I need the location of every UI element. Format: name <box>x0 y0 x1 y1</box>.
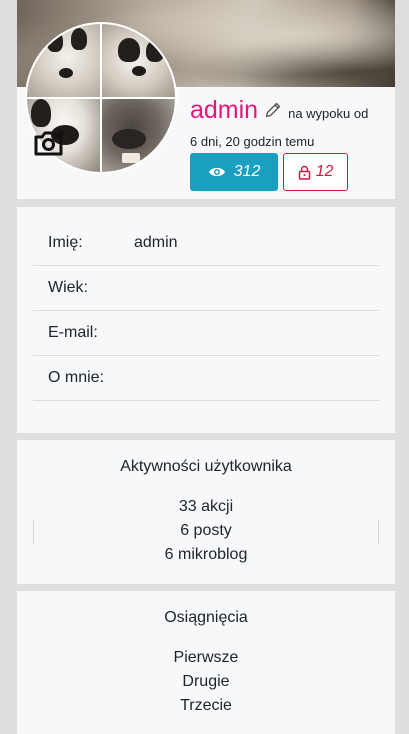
username-row: admin na wypoku od <box>190 96 368 124</box>
info-label: Imię: <box>48 234 83 251</box>
avatar-tile <box>27 24 100 97</box>
profile-header: admin na wypoku od 6 dni, 20 godzin temu… <box>17 0 395 199</box>
avatar-tile <box>102 24 175 97</box>
avatar-tile <box>102 99 175 172</box>
activity-item[interactable]: 33 akcji <box>17 498 395 516</box>
activity-card: Aktywności użytkownika 33 akcji 6 posty … <box>17 440 395 584</box>
achievement-item: Pierwsze <box>173 649 239 666</box>
achievement-item: Trzecie <box>180 697 232 714</box>
info-row-email: E-mail: <box>33 311 379 356</box>
info-label: O mnie: <box>48 369 105 386</box>
info-row-about: O mnie: <box>33 356 379 401</box>
achievements-card: Osiągnięcia Pierwsze Drugie Trzecie <box>17 591 395 734</box>
info-label: Wiek: <box>48 279 88 296</box>
member-since-time: 6 dni, 20 godzin temu <box>190 134 315 149</box>
username[interactable]: admin <box>190 96 258 124</box>
info-value: admin <box>134 234 178 251</box>
info-label: E-mail: <box>48 324 98 341</box>
achievements-title: Osiągnięcia <box>164 609 248 626</box>
activity-item[interactable]: 6 posty <box>17 522 395 540</box>
member-since-label: na wypoku od <box>288 106 369 121</box>
camera-plus-icon[interactable] <box>33 128 67 158</box>
activity-item[interactable]: 6 mikroblog <box>17 546 395 564</box>
info-row-age: Wiek: <box>33 266 379 311</box>
activity-title: Aktywności użytkownika <box>120 458 292 475</box>
profile-info-card: Imię: admin Wiek: E-mail: O mnie: <box>17 207 395 433</box>
pencil-icon[interactable] <box>265 102 281 118</box>
eye-icon <box>208 167 225 177</box>
views-button[interactable]: 312 <box>190 153 278 191</box>
locked-button[interactable]: 12 <box>283 153 348 191</box>
info-row-name: Imię: admin <box>33 221 379 266</box>
achievement-item: Drugie <box>182 673 230 690</box>
locked-count: 12 <box>315 163 334 180</box>
lock-icon <box>298 165 310 180</box>
views-count: 312 <box>233 163 261 180</box>
